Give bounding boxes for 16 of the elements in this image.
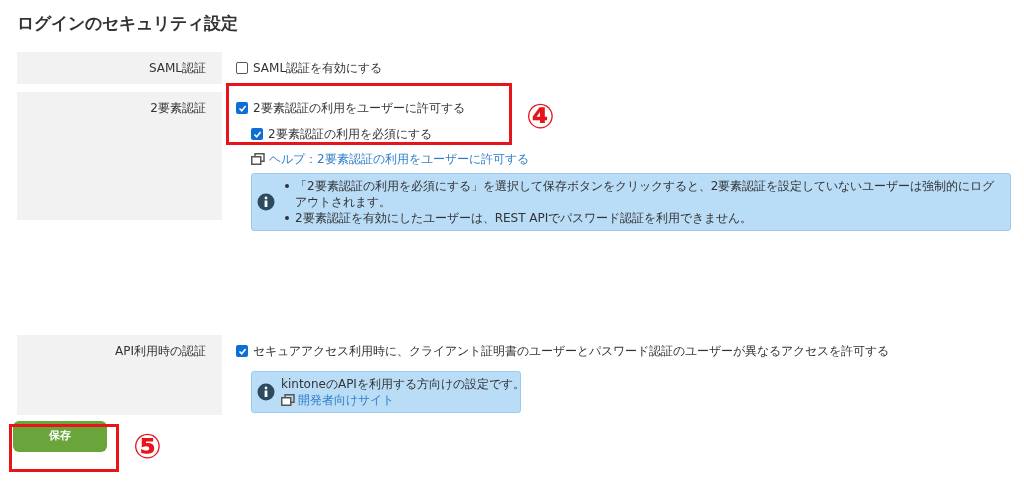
page-title: ログインのセキュリティ設定 — [17, 12, 239, 35]
help-link[interactable]: ヘルプ：2要素認証の利用をユーザーに許可する — [251, 150, 1011, 168]
step-number: ⑤ — [133, 426, 162, 466]
developer-site-link[interactable]: 開発者向けサイト — [281, 392, 525, 408]
field-label: 2要素認証 — [17, 92, 222, 220]
checkbox-label: SAML認証を有効にする — [253, 60, 383, 77]
field-label: API利用時の認証 — [17, 335, 222, 415]
checkbox-label: 2要素認証の利用を必須にする — [268, 126, 432, 143]
step-number: ④ — [526, 96, 555, 136]
checkbox-label: セキュアアクセス利用時に、クライアント証明書のユーザーとパスワード認証のユーザーが異なるアクセスを許可する — [253, 343, 889, 360]
info-text: 2要素認証を有効にしたユーザーは、REST APIでパスワード認証を利用できません。 — [295, 210, 753, 226]
info-text: 「2要素認証の利用を必須にする」を選択して保存ボタンをクリックすると、2要素認証を設定していないユーザーは強制的にログアウトされます。 — [295, 178, 996, 210]
checkbox-label: 2要素認証の利用をユーザーに許可する — [253, 100, 465, 117]
info-text: kintoneのAPIを利用する方向けの設定です。 — [281, 376, 525, 392]
save-button[interactable]: 保存 — [13, 421, 107, 452]
field-label: SAML認証 — [17, 52, 222, 84]
